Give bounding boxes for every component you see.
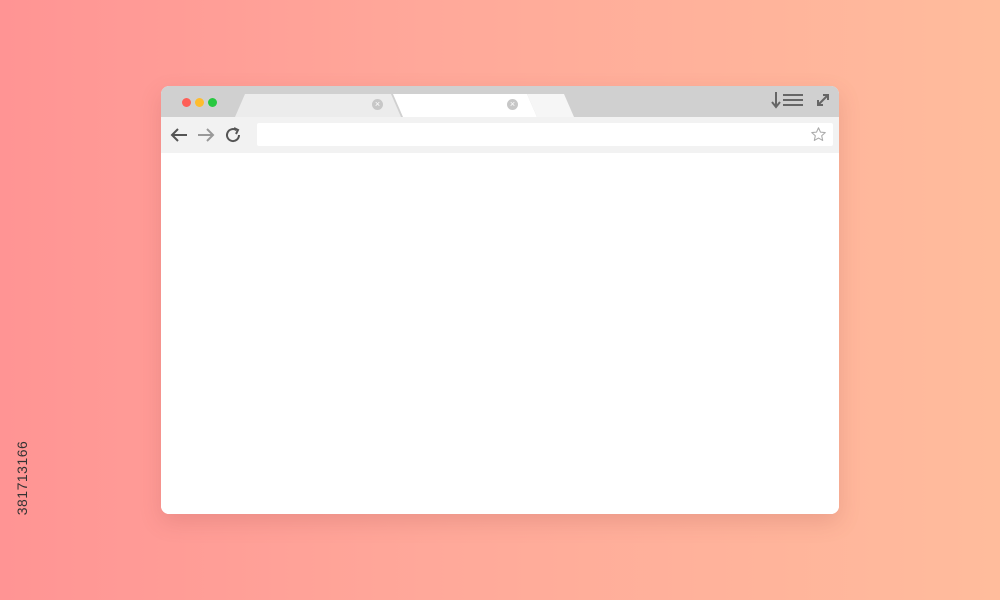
maximize-window-button[interactable] bbox=[208, 98, 217, 107]
star-icon[interactable] bbox=[810, 126, 827, 143]
window-controls bbox=[771, 91, 831, 114]
download-icon[interactable] bbox=[771, 91, 781, 114]
navigation-toolbar bbox=[161, 117, 839, 153]
arrow-right-icon[interactable] bbox=[196, 125, 216, 145]
stock-id-text: 381713166 bbox=[14, 440, 30, 516]
stock-id-label: 381713166 bbox=[14, 370, 30, 586]
close-icon[interactable]: × bbox=[507, 99, 518, 110]
title-bar: × × bbox=[161, 86, 839, 117]
tab-2[interactable]: × bbox=[393, 94, 537, 117]
close-icon[interactable]: × bbox=[372, 99, 383, 110]
minimize-window-button[interactable] bbox=[195, 98, 204, 107]
page-content-area bbox=[161, 153, 839, 514]
url-input[interactable] bbox=[265, 123, 795, 146]
address-bar[interactable] bbox=[257, 123, 833, 146]
tab-1[interactable]: × bbox=[235, 94, 401, 117]
traffic-lights bbox=[182, 98, 217, 107]
close-window-button[interactable] bbox=[182, 98, 191, 107]
arrow-left-icon[interactable] bbox=[169, 125, 189, 145]
menu-icon[interactable] bbox=[783, 92, 803, 113]
browser-window: × × bbox=[161, 86, 839, 514]
expand-icon[interactable] bbox=[815, 92, 831, 113]
tab-3[interactable] bbox=[527, 94, 574, 117]
tab-shape bbox=[527, 94, 574, 117]
reload-icon[interactable] bbox=[223, 125, 243, 145]
